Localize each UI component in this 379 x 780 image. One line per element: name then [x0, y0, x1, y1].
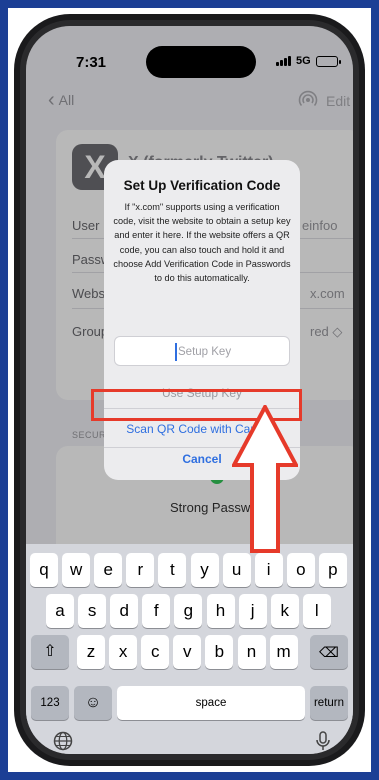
- alert-message: If "x.com" supports using a verification…: [113, 202, 291, 284]
- emoji-icon: ☺: [84, 694, 102, 711]
- key-i[interactable]: i: [254, 553, 283, 587]
- key-j[interactable]: j: [238, 594, 267, 628]
- setup-key-input[interactable]: [178, 343, 278, 361]
- text-caret: [175, 343, 177, 361]
- setup-key-field[interactable]: [114, 336, 290, 366]
- emoji-key[interactable]: ☺: [74, 686, 112, 720]
- key-y[interactable]: y: [190, 553, 219, 587]
- shift-icon: ⇧: [43, 643, 57, 660]
- key-a[interactable]: a: [46, 594, 74, 628]
- key-z[interactable]: z: [77, 635, 105, 669]
- key-r[interactable]: r: [126, 553, 155, 587]
- key-f[interactable]: f: [142, 594, 171, 628]
- key-l[interactable]: l: [302, 594, 331, 628]
- microphone-icon[interactable]: [312, 730, 334, 752]
- key-q[interactable]: q: [30, 553, 58, 587]
- key-h[interactable]: h: [206, 594, 235, 628]
- key-o[interactable]: o: [286, 553, 315, 587]
- key-m[interactable]: m: [269, 635, 298, 669]
- arrow-up-icon: [232, 405, 298, 553]
- keyboard: qwertyuiop asdfghjkl zxcvbnm ⇧ ⌫ 123 ☺ s…: [26, 544, 353, 754]
- globe-icon[interactable]: [52, 730, 74, 752]
- key-t[interactable]: t: [158, 553, 187, 587]
- key-b[interactable]: b: [205, 635, 234, 669]
- key-u[interactable]: u: [222, 553, 251, 587]
- key-k[interactable]: k: [270, 594, 299, 628]
- key-c[interactable]: c: [141, 635, 170, 669]
- key-x[interactable]: x: [109, 635, 138, 669]
- space-key[interactable]: space: [117, 686, 305, 720]
- key-d[interactable]: d: [110, 594, 139, 628]
- key-e[interactable]: e: [94, 553, 123, 587]
- return-key[interactable]: return: [310, 686, 348, 720]
- delete-key[interactable]: ⌫: [310, 635, 348, 669]
- key-n[interactable]: n: [237, 635, 266, 669]
- key-g[interactable]: g: [174, 594, 203, 628]
- alert-title: Set Up Verification Code: [123, 178, 281, 193]
- numbers-key[interactable]: 123: [31, 686, 69, 720]
- key-s[interactable]: s: [78, 594, 107, 628]
- key-v[interactable]: v: [173, 635, 202, 669]
- key-w[interactable]: w: [62, 553, 91, 587]
- key-p[interactable]: p: [318, 553, 347, 587]
- shift-key[interactable]: ⇧: [31, 635, 69, 669]
- delete-icon: ⌫: [319, 644, 339, 660]
